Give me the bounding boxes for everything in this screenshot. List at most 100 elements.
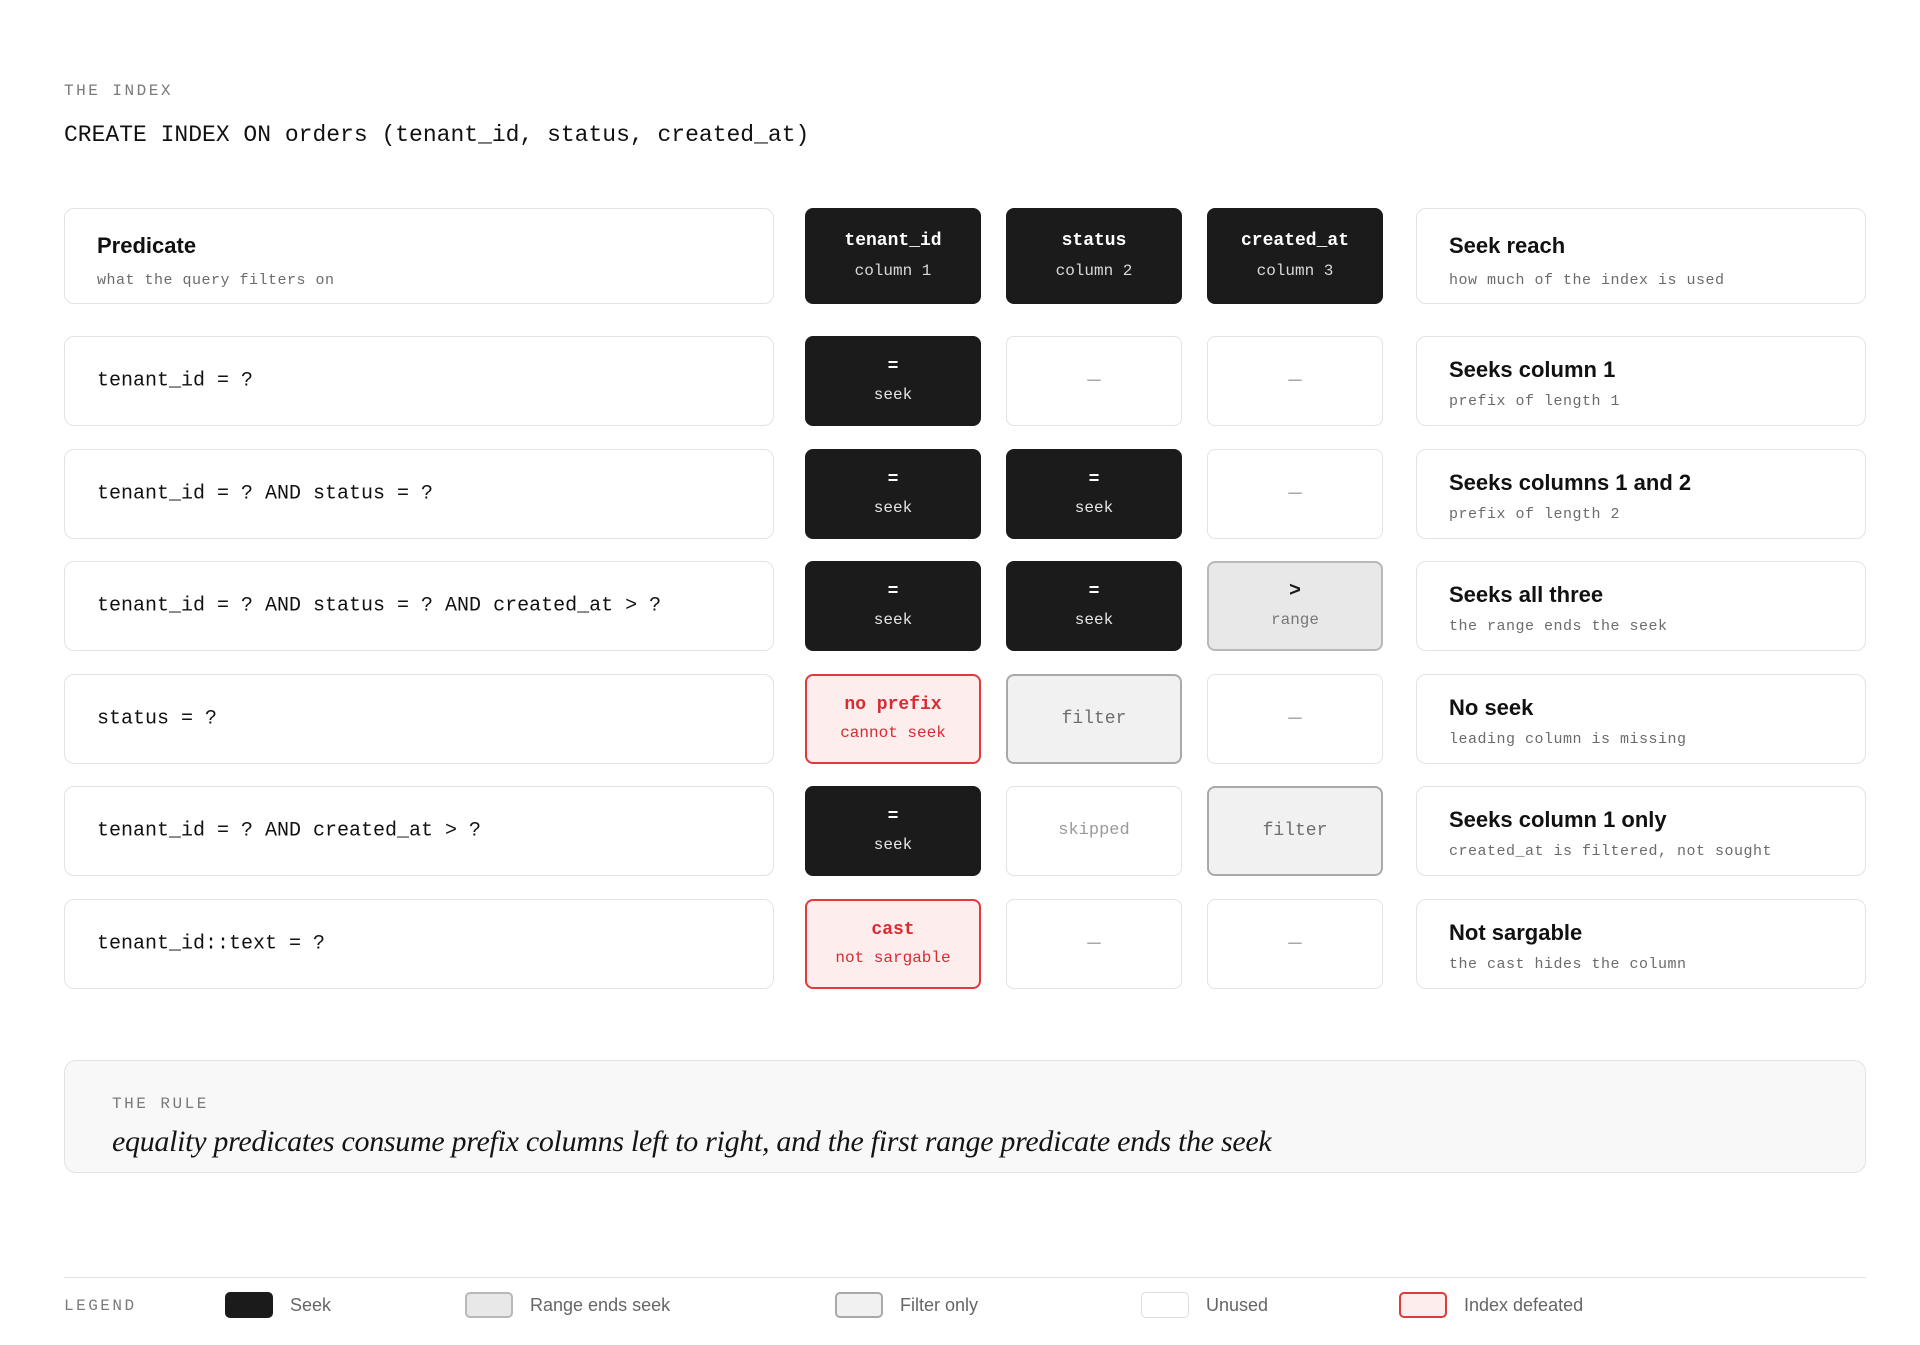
legend-swatch-unused xyxy=(1141,1292,1189,1318)
cell-tenant-id-seek: = seek xyxy=(805,449,981,539)
cell-secondary-label: seek xyxy=(873,499,913,517)
legend-item-label: Range ends seek xyxy=(530,1294,671,1315)
predicate-text: tenant_id = ? AND created_at > ? xyxy=(97,819,482,843)
cell-tenant-id-seek: = seek xyxy=(805,336,981,426)
legend-item-label: Seek xyxy=(290,1294,332,1315)
predicate-card: tenant_id = ? AND status = ? AND created… xyxy=(64,561,774,651)
reach-subtitle: prefix of length 2 xyxy=(1449,506,1621,523)
cell-secondary-label: seek xyxy=(1074,611,1114,629)
predicate-card: tenant_id = ? AND created_at > ? xyxy=(64,786,774,876)
cell-primary-label: = xyxy=(887,807,899,827)
legend-label: LEGEND xyxy=(64,1297,137,1315)
column-header-position: column 1 xyxy=(854,262,932,280)
reach-card: Not sargable the cast hides the column xyxy=(1416,899,1866,989)
legend-swatch-filter xyxy=(835,1292,883,1318)
cell-tenant-id-defeated: cast not sargable xyxy=(805,899,981,989)
reach-subtitle: created_at is filtered, not sought xyxy=(1449,843,1773,860)
cell-primary-label: cast xyxy=(871,920,915,940)
cell-status-skipped: skipped xyxy=(1006,786,1182,876)
predicate-card: tenant_id = ? xyxy=(64,336,774,426)
cell-status-unused: — xyxy=(1006,336,1182,426)
cell-primary-label: — xyxy=(1288,706,1302,731)
predicate-card: tenant_id = ? AND status = ? xyxy=(64,449,774,539)
cell-primary-label: filter xyxy=(1262,821,1328,841)
predicate-text: tenant_id = ? AND status = ? xyxy=(97,482,434,506)
cell-primary-label: — xyxy=(1087,368,1101,393)
rule-text: equality predicates consume prefix colum… xyxy=(112,1125,1272,1158)
reach-header-subtitle: how much of the index is used xyxy=(1449,272,1725,289)
reach-title: Seeks all three xyxy=(1449,582,1604,607)
legend-item-label: Filter only xyxy=(900,1294,979,1315)
cell-tenant-id-seek: = seek xyxy=(805,561,981,651)
legend-divider xyxy=(64,1277,1866,1278)
cell-tenant-id-defeated: no prefix cannot seek xyxy=(805,674,981,764)
index-definition: CREATE INDEX ON orders (tenant_id, statu… xyxy=(64,122,810,148)
reach-card: No seek leading column is missing xyxy=(1416,674,1866,764)
cell-primary-label: — xyxy=(1087,931,1101,956)
reach-title: No seek xyxy=(1449,695,1534,720)
cell-secondary-label: cannot seek xyxy=(840,724,946,742)
reach-subtitle: the range ends the seek xyxy=(1449,618,1668,635)
rule-eyebrow: THE RULE xyxy=(112,1095,209,1113)
cell-secondary-label: seek xyxy=(1074,499,1114,517)
reach-card: Seeks column 1 prefix of length 1 xyxy=(1416,336,1866,426)
predicate-text: tenant_id = ? AND status = ? AND created… xyxy=(97,594,662,618)
reach-subtitle: prefix of length 1 xyxy=(1449,393,1621,410)
reach-card: Seeks all three the range ends the seek xyxy=(1416,561,1866,651)
cell-created-at-filter: filter xyxy=(1207,786,1383,876)
predicate-header-subtitle: what the query filters on xyxy=(97,272,335,289)
cell-primary-label: = xyxy=(887,470,899,490)
legend-item-seek: Seek xyxy=(225,1292,331,1318)
legend-item-label: Unused xyxy=(1206,1294,1269,1315)
legend-item-range: Range ends seek xyxy=(465,1292,670,1318)
cell-primary-label: = xyxy=(887,582,899,602)
cell-primary-label: = xyxy=(887,357,899,377)
reach-subtitle: the cast hides the column xyxy=(1449,956,1687,973)
index-eyebrow: THE INDEX xyxy=(64,82,173,100)
cell-primary-label: — xyxy=(1288,481,1302,506)
reach-card: Seeks column 1 only created_at is filtere… xyxy=(1416,786,1866,876)
reach-title: Seeks columns 1 and 2 xyxy=(1449,470,1692,495)
reach-title: Not sargable xyxy=(1449,920,1583,945)
cell-created-at-unused: — xyxy=(1207,336,1383,426)
predicate-header-title: Predicate xyxy=(97,233,197,258)
legend-swatch-seek xyxy=(225,1292,273,1318)
cell-created-at-unused: — xyxy=(1207,449,1383,539)
cell-secondary-label: seek xyxy=(873,836,913,854)
cell-secondary-label: seek xyxy=(873,386,913,404)
legend-item-label: Index defeated xyxy=(1464,1294,1584,1315)
cell-status-seek: = seek xyxy=(1006,449,1182,539)
cell-primary-label: skipped xyxy=(1058,821,1130,840)
cell-secondary-label: not sargable xyxy=(835,949,951,967)
reach-header-title: Seek reach xyxy=(1449,233,1566,258)
predicate-text: status = ? xyxy=(97,707,218,731)
reach-card: Seeks columns 1 and 2 prefix of length 2 xyxy=(1416,449,1866,539)
legend-item-defeated: Index defeated xyxy=(1399,1292,1583,1318)
cell-status-unused: — xyxy=(1006,899,1182,989)
predicate-card: status = ? xyxy=(64,674,774,764)
column-header-name: status xyxy=(1061,231,1127,251)
predicate-text: tenant_id::text = ? xyxy=(97,932,326,956)
cell-primary-label: filter xyxy=(1061,709,1127,729)
cell-status-seek: = seek xyxy=(1006,561,1182,651)
legend-swatch-defeated xyxy=(1399,1292,1447,1318)
cell-created-at-range: > range xyxy=(1207,561,1383,651)
predicate-text: tenant_id = ? xyxy=(97,369,254,393)
legend-swatch-range xyxy=(465,1292,513,1318)
cell-primary-label: — xyxy=(1288,368,1302,393)
cell-tenant-id-seek: = seek xyxy=(805,786,981,876)
column-header-status: status column 2 xyxy=(1006,208,1182,304)
cell-created-at-unused: — xyxy=(1207,899,1383,989)
cell-secondary-label: range xyxy=(1270,611,1319,629)
reach-subtitle: leading column is missing xyxy=(1449,731,1687,748)
column-header-name: created_at xyxy=(1240,231,1350,251)
cell-status-filter: filter xyxy=(1006,674,1182,764)
cell-primary-label: = xyxy=(1088,582,1100,602)
reach-header-card: Seek reach how much of the index is used xyxy=(1416,208,1866,304)
legend-item-unused: Unused xyxy=(1141,1292,1268,1318)
column-header-name: tenant_id xyxy=(844,231,942,251)
cell-primary-label: — xyxy=(1288,931,1302,956)
column-header-created-at: created_at column 3 xyxy=(1207,208,1383,304)
predicate-header-card: Predicate what the query filters on xyxy=(64,208,774,304)
column-header-position: column 3 xyxy=(1256,262,1334,280)
